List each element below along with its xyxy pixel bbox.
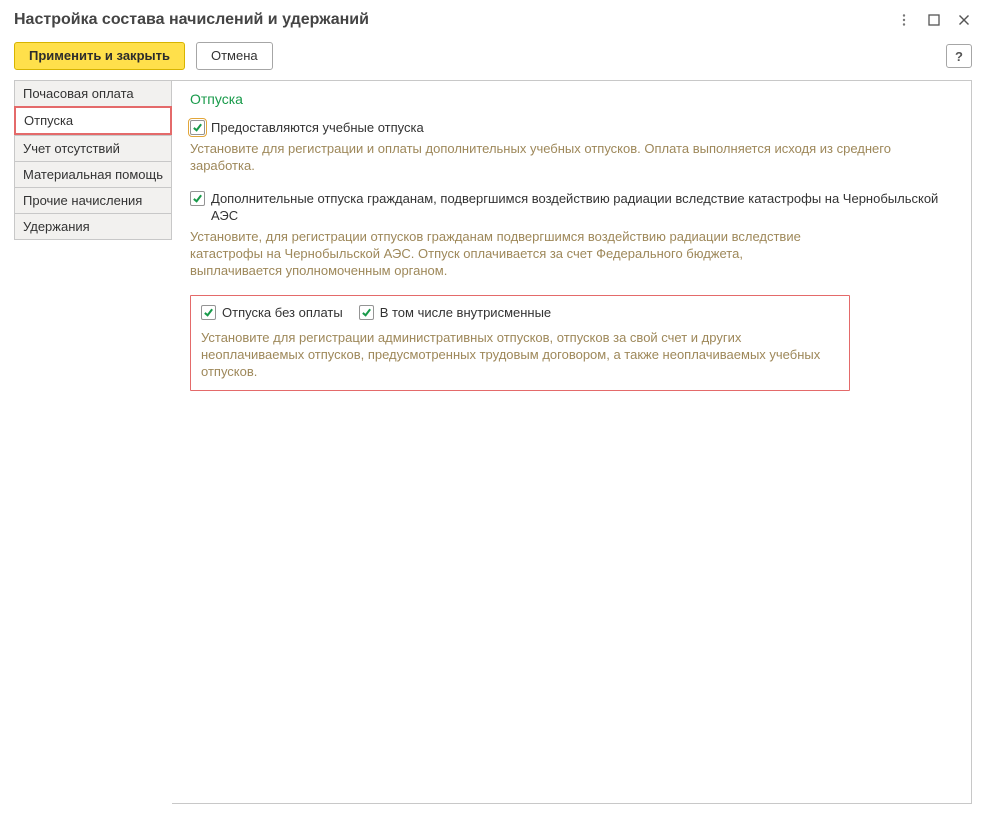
checkbox-unpaid-leave[interactable]: [201, 305, 216, 320]
window-title: Настройка состава начислений и удержаний: [14, 11, 884, 29]
option-unpaid-leave: Отпуска без оплаты: [201, 304, 343, 321]
workarea: Почасовая оплата Отпуска Учет отсутствий…: [0, 80, 986, 818]
sidebar-item-material-aid[interactable]: Материальная помощь: [14, 161, 172, 187]
sidebar-item-other-accruals[interactable]: Прочие начисления: [14, 187, 172, 213]
section-heading: Отпуска: [190, 91, 953, 107]
titlebar: Настройка состава начислений и удержаний: [0, 0, 986, 38]
option-desc-study-leave: Установите для регистрации и оплаты допо…: [190, 140, 953, 174]
sidebar-item-hourly[interactable]: Почасовая оплата: [14, 80, 172, 106]
checkbox-chernobyl-leave[interactable]: [190, 191, 205, 206]
checkbox-intrashift[interactable]: [359, 305, 374, 320]
sidebar-item-deductions[interactable]: Удержания: [14, 213, 172, 240]
option-study-leave: Предоставляются учебные отпуска: [190, 119, 953, 136]
option-label: Дополнительные отпуска гражданам, подвер…: [211, 190, 953, 224]
sidebar-item-label: Отпуска: [24, 113, 73, 128]
sidebar-item-label: Почасовая оплата: [23, 86, 134, 101]
sidebar: Почасовая оплата Отпуска Учет отсутствий…: [14, 80, 172, 804]
help-button[interactable]: ?: [946, 44, 972, 68]
sidebar-item-label: Материальная помощь: [23, 167, 163, 182]
cancel-button[interactable]: Отмена: [196, 42, 273, 70]
toolbar: Применить и закрыть Отмена ?: [0, 38, 986, 80]
sidebar-item-label: Удержания: [23, 219, 90, 234]
option-desc-chernobyl-leave: Установите, для регистрации отпусков гра…: [190, 228, 810, 279]
sidebar-item-label: Прочие начисления: [23, 193, 142, 208]
sidebar-item-absences[interactable]: Учет отсутствий: [14, 135, 172, 161]
content-pane: Отпуска Предоставляются учебные отпуска …: [172, 80, 972, 804]
option-label: Предоставляются учебные отпуска: [211, 119, 424, 136]
checkbox-study-leave[interactable]: [190, 120, 205, 135]
option-label: Отпуска без оплаты: [222, 304, 343, 321]
maximize-icon[interactable]: [924, 10, 944, 30]
close-icon[interactable]: [954, 10, 974, 30]
kebab-menu-icon[interactable]: [894, 10, 914, 30]
option-chernobyl-leave: Дополнительные отпуска гражданам, подвер…: [190, 190, 953, 224]
option-desc-unpaid-leave: Установите для регистрации административ…: [201, 329, 839, 380]
option-unpaid-leave-row: Отпуска без оплаты В том числе внутрисме…: [201, 304, 839, 321]
apply-close-button[interactable]: Применить и закрыть: [14, 42, 185, 70]
sidebar-item-vacations[interactable]: Отпуска: [14, 106, 172, 135]
sidebar-item-label: Учет отсутствий: [23, 141, 120, 156]
option-intrashift: В том числе внутрисменные: [359, 304, 551, 321]
option-label: В том числе внутрисменные: [380, 304, 551, 321]
settings-window: Настройка состава начислений и удержаний…: [0, 0, 986, 818]
highlighted-group: Отпуска без оплаты В том числе внутрисме…: [190, 295, 850, 391]
